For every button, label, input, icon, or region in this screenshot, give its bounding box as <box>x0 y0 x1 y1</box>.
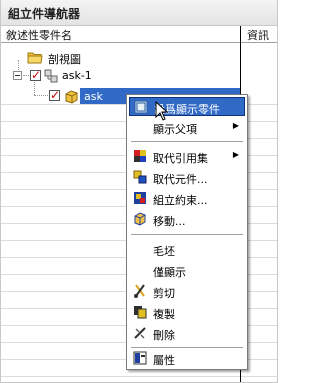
menu-item-make-displayed-part[interactable]: 設爲顯示零件 <box>129 97 245 116</box>
assembly-constraint-icon <box>133 191 147 205</box>
tree-row-assembly[interactable]: ✓ ask-1 <box>1 67 240 84</box>
collapse-icon[interactable] <box>13 71 22 80</box>
menu-separator <box>131 234 243 235</box>
menu-separator <box>131 141 243 142</box>
tree-label-component: ask <box>84 90 103 103</box>
menu-label: 僅顯示 <box>153 266 186 279</box>
menu-label: 取代元件... <box>153 173 208 186</box>
submenu-arrow-icon: ▶ <box>232 150 239 159</box>
mouse-pointer-icon <box>155 100 169 121</box>
panel-title-bar: 組立件導航器 <box>1 0 277 26</box>
visibility-checkbox[interactable]: ✓ <box>30 68 42 82</box>
menu-label: 移動... <box>153 215 186 228</box>
menu-item-show-only[interactable]: 僅顯示 <box>129 261 245 280</box>
properties-icon <box>133 351 147 365</box>
column-header-info[interactable]: 資訊 <box>247 27 269 43</box>
menu-label: 屬性 <box>153 354 175 367</box>
assembly-navigator-panel: 組立件導航器 敘述性零件名 資訊 剖視圖 ✓ ask-1 ✓ ask 設爲顯示零… <box>0 0 278 383</box>
menu-item-copy[interactable]: 複製 <box>129 303 245 322</box>
menu-separator <box>131 347 243 348</box>
menu-label: 剪切 <box>153 287 175 300</box>
cut-icon <box>133 284 147 298</box>
menu-label: 毛坯 <box>153 245 175 258</box>
panel-title: 組立件導航器 <box>8 7 81 21</box>
menu-label: 複製 <box>153 308 175 321</box>
menu-item-replace-component[interactable]: 取代元件... <box>129 168 245 187</box>
check-icon: ✓ <box>50 88 61 102</box>
menu-item-assembly-constraints[interactable]: 組立約束... <box>129 189 245 208</box>
row-divider <box>241 376 277 377</box>
row-divider <box>1 376 240 377</box>
context-menu: 設爲顯示零件 顯示父項 ▶ 取代引用集 ▶ 取代元件... 組立約束... 移動… <box>126 94 248 370</box>
menu-item-replace-reference-set[interactable]: 取代引用集 ▶ <box>129 147 245 166</box>
component-icon <box>64 89 79 104</box>
menu-label: 組立約束... <box>153 194 208 207</box>
menu-label: 取代引用集 <box>153 152 208 165</box>
tree-row-section-view[interactable]: 剖視圖 <box>1 49 240 66</box>
tree-connector <box>34 95 48 97</box>
copy-icon <box>133 305 147 319</box>
menu-item-move[interactable]: 移動... <box>129 210 245 229</box>
visibility-checkbox[interactable]: ✓ <box>49 88 61 102</box>
replace-component-icon <box>133 170 147 184</box>
menu-item-display-parent[interactable]: 顯示父項 ▶ <box>129 118 245 137</box>
submenu-arrow-icon: ▶ <box>232 121 239 130</box>
menu-label: 刪除 <box>153 329 175 342</box>
tree-label-assembly: ask-1 <box>62 69 92 82</box>
reference-set-icon <box>133 149 147 163</box>
delete-icon <box>133 326 147 340</box>
menu-label: 顯示父項 <box>153 123 197 136</box>
menu-item-properties[interactable]: 屬性 <box>129 349 245 368</box>
tree-label-section-view: 剖視圖 <box>48 53 81 66</box>
move-icon <box>133 212 147 226</box>
assembly-icon <box>44 69 58 83</box>
menu-item-delete[interactable]: 刪除 <box>129 324 245 343</box>
column-header-name[interactable]: 敘述性零件名 <box>6 27 72 43</box>
menu-item-cut[interactable]: 剪切 <box>129 282 245 301</box>
check-icon: ✓ <box>31 68 42 82</box>
menu-item-blank[interactable]: 毛坯 <box>129 240 245 259</box>
display-part-icon <box>134 100 148 114</box>
folder-icon <box>27 51 43 64</box>
column-header: 敘述性零件名 資訊 <box>1 26 277 43</box>
